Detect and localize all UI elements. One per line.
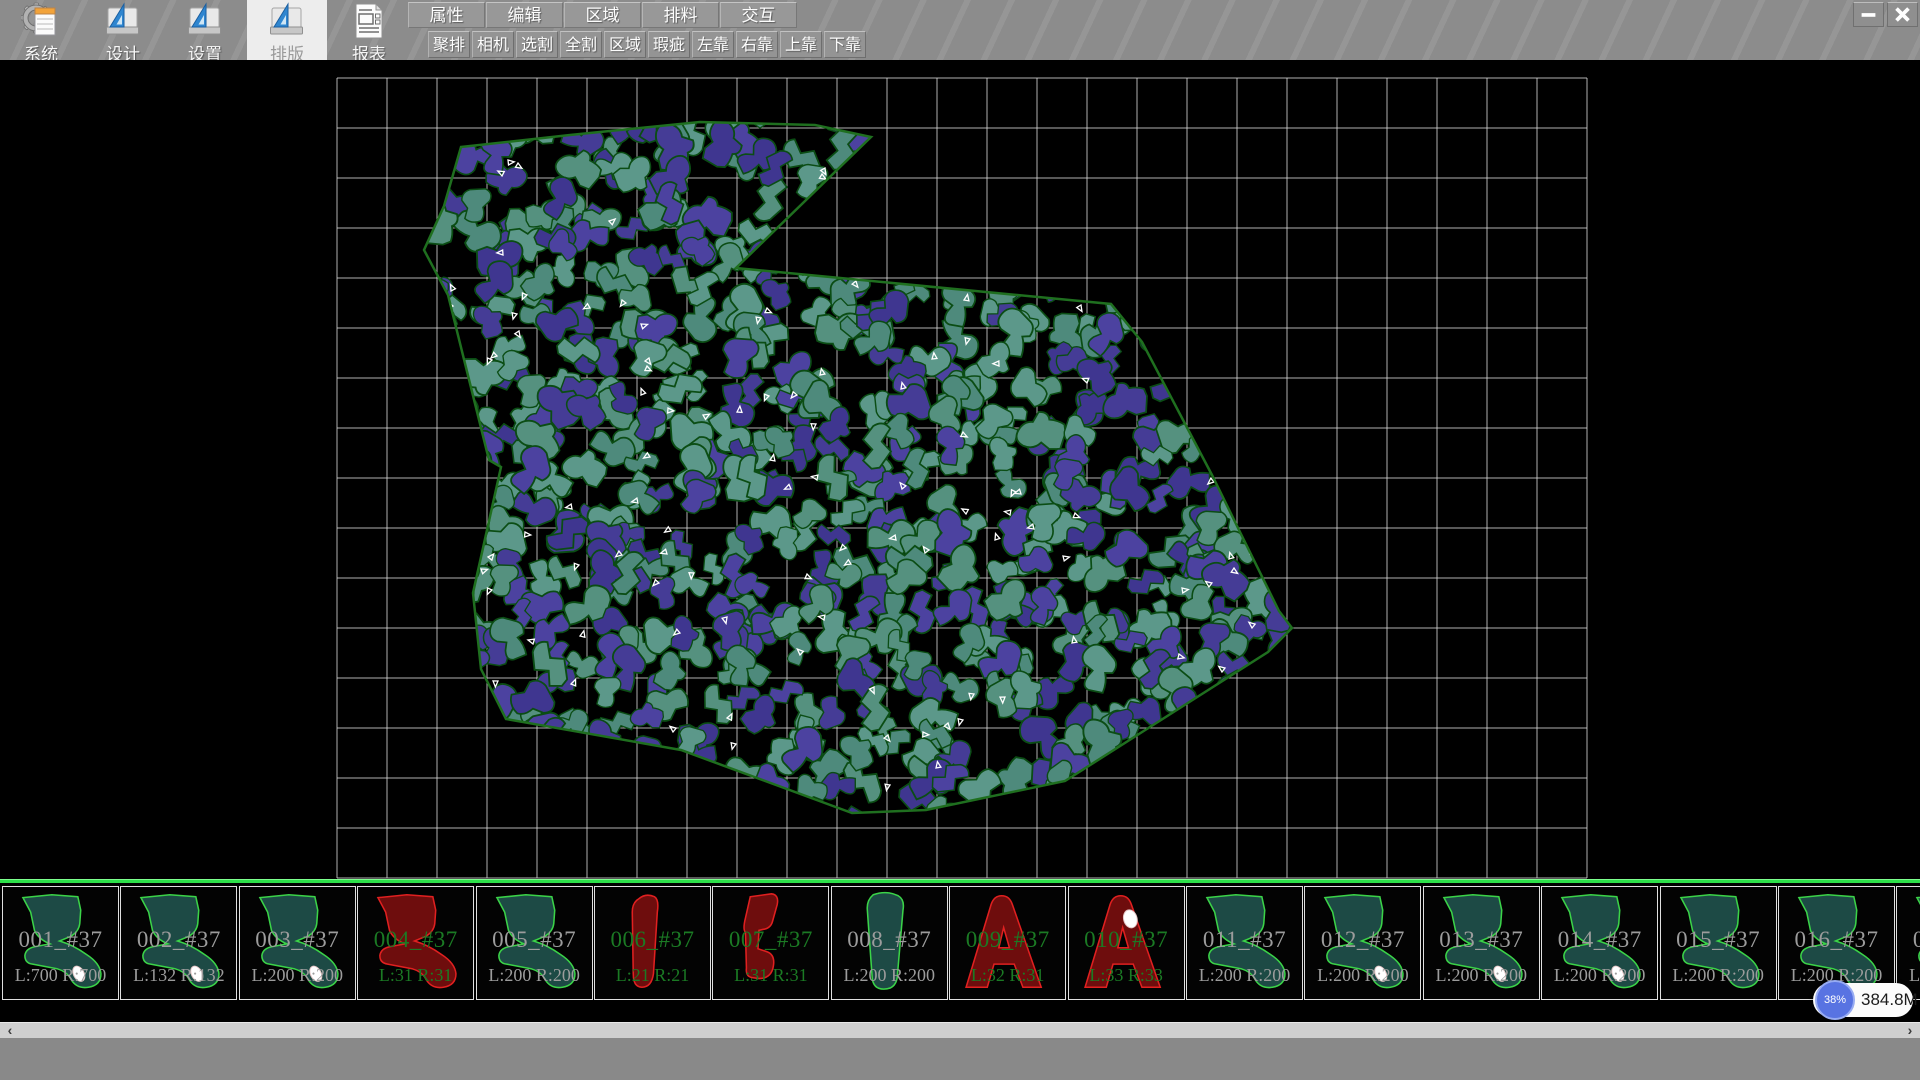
piece-name-label: 016_#37 [1779, 927, 1894, 953]
piece-thumbnail-010_#37[interactable]: 010_#37 L:33 R:33 [1068, 886, 1185, 1000]
piece-thumbnail-008_#37[interactable]: 008_#37 L:200 R:200 [831, 886, 948, 1000]
piece-name-label: 012_#37 [1305, 927, 1420, 953]
menu-tab-1[interactable]: 属性 [408, 2, 485, 28]
piece-lr-label: L:33 R:33 [1069, 965, 1184, 986]
tool-button-3[interactable]: 选割 [516, 31, 558, 58]
menu-tab-4[interactable]: 排料 [642, 2, 719, 28]
tool-button-9[interactable]: 上靠 [780, 31, 822, 58]
main-button-5-report[interactable]: 报表 [329, 0, 409, 60]
piece-lr-label: L:200 R:200 [1424, 965, 1539, 986]
horizontal-scrollbar[interactable]: ‹ › [0, 1022, 1920, 1038]
piece-lr-label: L:21 R:21 [595, 965, 710, 986]
scroll-left-arrow-icon[interactable]: ‹ [2, 1023, 18, 1039]
toolbar: 系统 设计 设置 排版 报表 属性编辑区域排料交互 [0, 0, 1920, 61]
piece-thumbnail-007_#37[interactable]: 007_#37 L:31 R:31 [712, 886, 829, 1000]
piece-name-label: 004_#37 [358, 927, 473, 953]
set-square-icon [271, 4, 303, 34]
menu-tab-2[interactable]: 编辑 [486, 2, 563, 28]
main-button-2-set-square[interactable]: 设计 [83, 0, 163, 60]
tool-button-10[interactable]: 下靠 [824, 31, 866, 58]
status-bar [0, 1038, 1920, 1080]
piece-name-label: 011_#37 [1187, 927, 1302, 953]
piece-name-label: 001_#37 [3, 927, 118, 953]
piece-name-label: 017_#37 [1897, 927, 1920, 953]
piece-lr-label: L:200 R:200 [1187, 965, 1302, 986]
piece-name-label: 015_#37 [1661, 927, 1776, 953]
nested-pieces-layer[interactable] [364, 61, 1346, 861]
piece-lr-label: L:200 R:200 [477, 965, 592, 986]
piece-lr-label: L:200 R:200 [1305, 965, 1420, 986]
piece-thumbnail-005_#37[interactable]: 005_#37 L:200 R:200 [476, 886, 593, 1000]
tool-button-4[interactable]: 全割 [560, 31, 602, 58]
piece-name-label: 002_#37 [121, 927, 236, 953]
minimize-button[interactable] [1853, 2, 1884, 27]
piece-name-label: 014_#37 [1542, 927, 1657, 953]
piece-lr-label: L:31 R:31 [358, 965, 473, 986]
memory-usage-label: 384.8M [1861, 983, 1918, 1017]
main-button-4-set-square[interactable]: 排版 [247, 0, 327, 60]
piece-thumbnail-009_#37[interactable]: 009_#37 L:32 R:31 [949, 886, 1066, 1000]
progress-badge: 38% 384.8M [1813, 983, 1913, 1017]
main-button-3-set-square[interactable]: 设置 [165, 0, 245, 60]
piece-thumbnail-014_#37[interactable]: 014_#37 L:200 R:200 [1541, 886, 1658, 1000]
piece-lr-label: L:200 R:200 [1542, 965, 1657, 986]
piece-name-label: 010_#37 [1069, 927, 1184, 953]
set-square-icon [107, 4, 139, 34]
piece-lr-label: L:132 R:132 [121, 965, 236, 986]
piece-name-label: 005_#37 [477, 927, 592, 953]
tool-button-7[interactable]: 左靠 [692, 31, 734, 58]
piece-name-label: 006_#37 [595, 927, 710, 953]
piece-lr-label: L:700 R:700 [3, 965, 118, 986]
tool-button-8[interactable]: 右靠 [736, 31, 778, 58]
menu-tab-5[interactable]: 交互 [720, 2, 797, 28]
piece-thumbnail-012_#37[interactable]: 012_#37 L:200 R:200 [1304, 886, 1421, 1000]
piece-thumbnail-strip: 001_#37 L:700 R:700 002_#37 L:132 R:132 … [0, 883, 1920, 1022]
close-button[interactable] [1887, 2, 1918, 27]
piece-lr-label: L:31 R:31 [713, 965, 828, 986]
app-window: 系统 设计 设置 排版 报表 属性编辑区域排料交互 [0, 0, 1920, 1080]
tool-button-5[interactable]: 区域 [604, 31, 646, 58]
piece-lr-label: L:200 R:200 [832, 965, 947, 986]
piece-thumbnail-001_#37[interactable]: 001_#37 L:700 R:700 [2, 886, 119, 1000]
set-square-icon [189, 4, 221, 34]
piece-thumbnail-003_#37[interactable]: 003_#37 L:200 R:200 [239, 886, 356, 1000]
piece-name-label: 008_#37 [832, 927, 947, 953]
report-icon [356, 4, 382, 38]
menu-tab-3[interactable]: 区域 [564, 2, 641, 28]
nesting-canvas[interactable] [0, 60, 1920, 879]
piece-lr-label: L:200 R:200 [1661, 965, 1776, 986]
piece-lr-label: L:32 R:31 [950, 965, 1065, 986]
main-button-1-gear-doc[interactable]: 系统 [1, 0, 81, 60]
piece-name-label: 009_#37 [950, 927, 1065, 953]
tool-button-1[interactable]: 聚排 [428, 31, 470, 58]
tool-button-6[interactable]: 瑕疵 [648, 31, 690, 58]
piece-thumbnail-011_#37[interactable]: 011_#37 L:200 R:200 [1186, 886, 1303, 1000]
piece-thumbnail-015_#37[interactable]: 015_#37 L:200 R:200 [1660, 886, 1777, 1000]
piece-lr-label: L:200 R:200 [240, 965, 355, 986]
piece-thumbnail-004_#37[interactable]: 004_#37 L:31 R:31 [357, 886, 474, 1000]
document-icon [35, 8, 55, 35]
piece-name-label: 013_#37 [1424, 927, 1539, 953]
piece-thumbnail-013_#37[interactable]: 013_#37 L:200 R:200 [1423, 886, 1540, 1000]
piece-thumbnail-006_#37[interactable]: 006_#37 L:21 R:21 [594, 886, 711, 1000]
tool-button-2[interactable]: 相机 [472, 31, 514, 58]
piece-name-label: 007_#37 [713, 927, 828, 953]
piece-name-label: 003_#37 [240, 927, 355, 953]
piece-thumbnail-002_#37[interactable]: 002_#37 L:132 R:132 [120, 886, 237, 1000]
scroll-right-arrow-icon[interactable]: › [1902, 1023, 1918, 1039]
progress-percent-badge: 38% [1815, 980, 1855, 1020]
